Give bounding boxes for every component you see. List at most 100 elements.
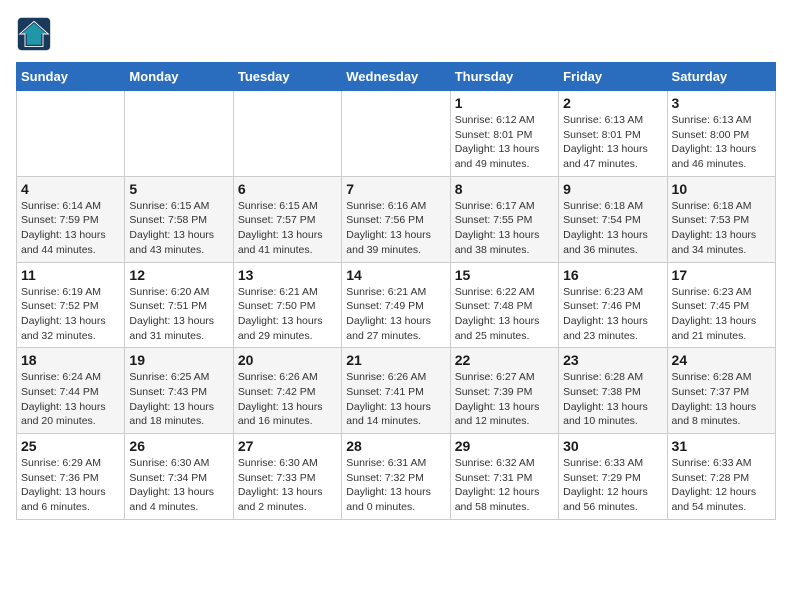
day-number: 3 xyxy=(672,95,771,111)
calendar-cell: 14Sunrise: 6:21 AM Sunset: 7:49 PM Dayli… xyxy=(342,262,450,348)
day-info: Sunrise: 6:24 AM Sunset: 7:44 PM Dayligh… xyxy=(21,370,120,429)
calendar-cell: 23 Sunrise: 6:28 AM Sunset: 7:38 PM Dayli… xyxy=(559,348,667,434)
calendar-cell: 21 Sunrise: 6:26 AM Sunset: 7:41 PM Dayli… xyxy=(342,348,450,434)
calendar-cell: 1 Sunrise: 6:12 AM Sunset: 8:01 PM Daylig… xyxy=(450,91,558,177)
day-header-tuesday: Tuesday xyxy=(233,63,341,91)
day-number: 30 xyxy=(563,438,662,454)
calendar-cell: 18 Sunrise: 6:24 AM Sunset: 7:44 PM Dayli… xyxy=(17,348,125,434)
day-info: Sunrise: 6:26 AM Sunset: 7:42 PM Dayligh… xyxy=(238,370,337,429)
day-number: 14 xyxy=(346,267,445,283)
day-number: 6 xyxy=(238,181,337,197)
day-number: 31 xyxy=(672,438,771,454)
day-info: Sunrise: 6:15 AM Sunset: 7:57 PM Dayligh… xyxy=(238,199,337,258)
day-info: Sunrise: 6:31 AM Sunset: 7:32 PM Dayligh… xyxy=(346,456,445,515)
calendar-cell: 7Sunrise: 6:16 AM Sunset: 7:56 PM Daylig… xyxy=(342,176,450,262)
day-number: 2 xyxy=(563,95,662,111)
day-number: 8 xyxy=(455,181,554,197)
day-info: Sunrise: 6:16 AM Sunset: 7:56 PM Dayligh… xyxy=(346,199,445,258)
calendar-cell: 12Sunrise: 6:20 AM Sunset: 7:51 PM Dayli… xyxy=(125,262,233,348)
calendar-cell: 4 Sunrise: 6:14 AM Sunset: 7:59 PM Daylig… xyxy=(17,176,125,262)
day-info: Sunrise: 6:23 AM Sunset: 7:45 PM Dayligh… xyxy=(672,285,771,344)
day-headers-row: SundayMondayTuesdayWednesdayThursdayFrid… xyxy=(17,63,776,91)
day-header-saturday: Saturday xyxy=(667,63,775,91)
calendar-cell: 19 Sunrise: 6:25 AM Sunset: 7:43 PM Dayli… xyxy=(125,348,233,434)
day-info: Sunrise: 6:21 AM Sunset: 7:50 PM Dayligh… xyxy=(238,285,337,344)
calendar-cell: 11Sunrise: 6:19 AM Sunset: 7:52 PM Dayli… xyxy=(17,262,125,348)
day-info: Sunrise: 6:17 AM Sunset: 7:55 PM Dayligh… xyxy=(455,199,554,258)
calendar-cell: 28Sunrise: 6:31 AM Sunset: 7:32 PM Dayli… xyxy=(342,434,450,520)
day-info: Sunrise: 6:26 AM Sunset: 7:41 PM Dayligh… xyxy=(346,370,445,429)
day-info: Sunrise: 6:14 AM Sunset: 7:59 PM Dayligh… xyxy=(21,199,120,258)
calendar-cell: 20 Sunrise: 6:26 AM Sunset: 7:42 PM Dayli… xyxy=(233,348,341,434)
day-number: 19 xyxy=(129,352,228,368)
calendar-cell: 3 Sunrise: 6:13 AM Sunset: 8:00 PM Daylig… xyxy=(667,91,775,177)
day-number: 12 xyxy=(129,267,228,283)
calendar-cell xyxy=(125,91,233,177)
day-info: Sunrise: 6:30 AM Sunset: 7:34 PM Dayligh… xyxy=(129,456,228,515)
day-number: 11 xyxy=(21,267,120,283)
day-info: Sunrise: 6:27 AM Sunset: 7:39 PM Dayligh… xyxy=(455,370,554,429)
day-header-wednesday: Wednesday xyxy=(342,63,450,91)
calendar-cell: 16 Sunrise: 6:23 AM Sunset: 7:46 PM Dayli… xyxy=(559,262,667,348)
week-row-4: 18 Sunrise: 6:24 AM Sunset: 7:44 PM Dayli… xyxy=(17,348,776,434)
day-number: 16 xyxy=(563,267,662,283)
day-number: 22 xyxy=(455,352,554,368)
day-number: 21 xyxy=(346,352,445,368)
calendar-cell: 31 Sunrise: 6:33 AM Sunset: 7:28 PM Dayli… xyxy=(667,434,775,520)
calendar-cell: 25Sunrise: 6:29 AM Sunset: 7:36 PM Dayli… xyxy=(17,434,125,520)
day-number: 20 xyxy=(238,352,337,368)
day-number: 5 xyxy=(129,181,228,197)
calendar-cell: 29 Sunrise: 6:32 AM Sunset: 7:31 PM Dayli… xyxy=(450,434,558,520)
day-number: 15 xyxy=(455,267,554,283)
calendar-cell: 30 Sunrise: 6:33 AM Sunset: 7:29 PM Dayli… xyxy=(559,434,667,520)
calendar-cell: 5 Sunrise: 6:15 AM Sunset: 7:58 PM Daylig… xyxy=(125,176,233,262)
day-number: 1 xyxy=(455,95,554,111)
day-info: Sunrise: 6:18 AM Sunset: 7:54 PM Dayligh… xyxy=(563,199,662,258)
calendar-cell: 6 Sunrise: 6:15 AM Sunset: 7:57 PM Daylig… xyxy=(233,176,341,262)
logo-icon xyxy=(16,16,52,52)
day-info: Sunrise: 6:32 AM Sunset: 7:31 PM Dayligh… xyxy=(455,456,554,515)
day-header-thursday: Thursday xyxy=(450,63,558,91)
day-info: Sunrise: 6:18 AM Sunset: 7:53 PM Dayligh… xyxy=(672,199,771,258)
calendar-body: 1 Sunrise: 6:12 AM Sunset: 8:01 PM Daylig… xyxy=(17,91,776,520)
day-info: Sunrise: 6:22 AM Sunset: 7:48 PM Dayligh… xyxy=(455,285,554,344)
day-info: Sunrise: 6:29 AM Sunset: 7:36 PM Dayligh… xyxy=(21,456,120,515)
day-info: Sunrise: 6:33 AM Sunset: 7:29 PM Dayligh… xyxy=(563,456,662,515)
calendar-cell: 9Sunrise: 6:18 AM Sunset: 7:54 PM Daylig… xyxy=(559,176,667,262)
week-row-5: 25Sunrise: 6:29 AM Sunset: 7:36 PM Dayli… xyxy=(17,434,776,520)
day-info: Sunrise: 6:28 AM Sunset: 7:37 PM Dayligh… xyxy=(672,370,771,429)
calendar-cell: 22 Sunrise: 6:27 AM Sunset: 7:39 PM Dayli… xyxy=(450,348,558,434)
day-info: Sunrise: 6:12 AM Sunset: 8:01 PM Dayligh… xyxy=(455,113,554,172)
day-number: 27 xyxy=(238,438,337,454)
day-number: 26 xyxy=(129,438,228,454)
day-header-sunday: Sunday xyxy=(17,63,125,91)
page-header xyxy=(16,16,776,52)
calendar-cell: 24Sunrise: 6:28 AM Sunset: 7:37 PM Dayli… xyxy=(667,348,775,434)
day-number: 4 xyxy=(21,181,120,197)
day-info: Sunrise: 6:13 AM Sunset: 8:01 PM Dayligh… xyxy=(563,113,662,172)
calendar-table: SundayMondayTuesdayWednesdayThursdayFrid… xyxy=(16,62,776,520)
day-header-friday: Friday xyxy=(559,63,667,91)
day-number: 18 xyxy=(21,352,120,368)
day-number: 10 xyxy=(672,181,771,197)
day-info: Sunrise: 6:33 AM Sunset: 7:28 PM Dayligh… xyxy=(672,456,771,515)
calendar-header: SundayMondayTuesdayWednesdayThursdayFrid… xyxy=(17,63,776,91)
day-info: Sunrise: 6:25 AM Sunset: 7:43 PM Dayligh… xyxy=(129,370,228,429)
calendar-cell: 26 Sunrise: 6:30 AM Sunset: 7:34 PM Dayli… xyxy=(125,434,233,520)
day-number: 29 xyxy=(455,438,554,454)
calendar-cell xyxy=(17,91,125,177)
week-row-3: 11Sunrise: 6:19 AM Sunset: 7:52 PM Dayli… xyxy=(17,262,776,348)
day-info: Sunrise: 6:28 AM Sunset: 7:38 PM Dayligh… xyxy=(563,370,662,429)
calendar-cell: 2 Sunrise: 6:13 AM Sunset: 8:01 PM Daylig… xyxy=(559,91,667,177)
calendar-cell: 15 Sunrise: 6:22 AM Sunset: 7:48 PM Dayli… xyxy=(450,262,558,348)
day-header-monday: Monday xyxy=(125,63,233,91)
day-number: 13 xyxy=(238,267,337,283)
day-info: Sunrise: 6:30 AM Sunset: 7:33 PM Dayligh… xyxy=(238,456,337,515)
day-info: Sunrise: 6:23 AM Sunset: 7:46 PM Dayligh… xyxy=(563,285,662,344)
calendar-cell xyxy=(342,91,450,177)
day-info: Sunrise: 6:13 AM Sunset: 8:00 PM Dayligh… xyxy=(672,113,771,172)
logo xyxy=(16,16,56,52)
day-number: 23 xyxy=(563,352,662,368)
day-info: Sunrise: 6:15 AM Sunset: 7:58 PM Dayligh… xyxy=(129,199,228,258)
week-row-2: 4 Sunrise: 6:14 AM Sunset: 7:59 PM Daylig… xyxy=(17,176,776,262)
